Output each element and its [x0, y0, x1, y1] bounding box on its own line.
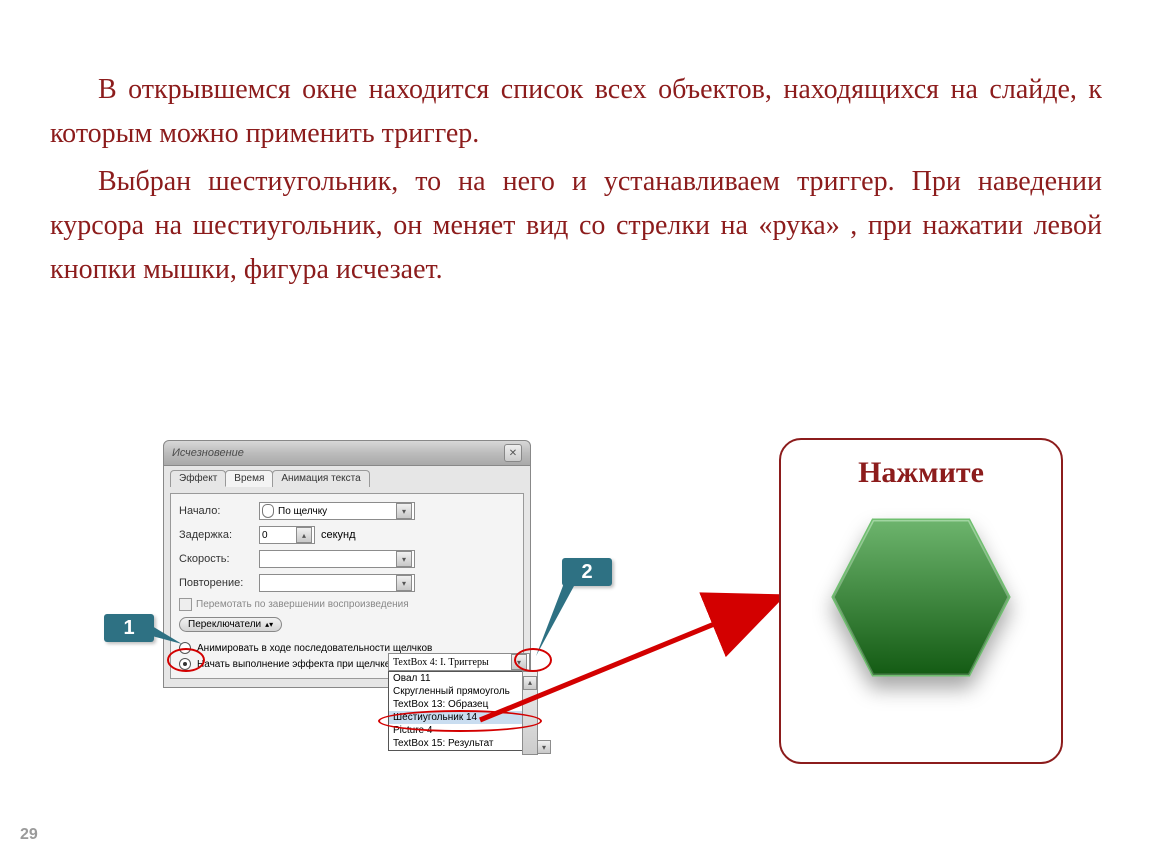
spin-delay[interactable]: 0 ▴ [259, 526, 315, 544]
callout-2: 2 [562, 558, 612, 586]
tab-effect[interactable]: Эффект [170, 470, 226, 487]
label-speed: Скорость: [179, 553, 259, 565]
hexagon-shape[interactable] [826, 510, 1016, 685]
dialog-tabs: Эффект Время Анимация текста [170, 470, 524, 487]
double-caret-icon: ▴▾ [265, 620, 273, 629]
combo-speed[interactable]: ▾ [259, 550, 415, 568]
combo-trigger-value: TextBox 4: I. Триггеры [393, 657, 489, 668]
switchers-label: Переключатели [188, 619, 261, 630]
checkbox-rewind-row[interactable]: Перемотать по завершении воспроизведения [179, 598, 515, 611]
label-start: Начало: [179, 505, 259, 517]
combo-repeat[interactable]: ▾ [259, 574, 415, 592]
label-seconds: секунд [321, 529, 356, 541]
callout-1-label: 1 [123, 617, 134, 639]
spin-delay-value: 0 [262, 530, 268, 541]
red-highlight-radio [167, 648, 205, 672]
dialog-inner: Начало: По щелчку ▾ Задержка: 0 ▴ секунд [170, 493, 524, 679]
label-rewind: Перемотать по завершении воспроизведения [196, 599, 409, 610]
paragraph-1: В открывшемся окне находится список всех… [50, 68, 1102, 156]
trigger-target-title: Нажмите [781, 456, 1061, 490]
radio-label-sequence: Анимировать в ходе последовательности ще… [197, 643, 432, 654]
dropdown-item-textbox15[interactable]: TextBox 15: Результат [389, 737, 523, 750]
dropdown-item-oval[interactable]: Овал 11 [389, 672, 523, 685]
scroll-down-icon[interactable]: ▾ [537, 740, 551, 754]
combo-start-value: По щелчку [278, 506, 327, 517]
switchers-button[interactable]: Переключатели ▴▾ [179, 617, 282, 632]
close-icon[interactable]: ✕ [504, 444, 522, 462]
dropdown-scrollbar[interactable]: ▴ ▾ [522, 671, 538, 755]
spinner-icon[interactable]: ▴ [296, 527, 312, 543]
effect-dialog: Исчезновение ✕ Эффект Время Анимация тек… [163, 440, 531, 688]
label-repeat: Повторение: [179, 577, 259, 589]
callout-2-label: 2 [581, 561, 592, 583]
trigger-target-panel: Нажмите [779, 438, 1063, 764]
chevron-down-icon[interactable]: ▾ [396, 575, 412, 591]
red-highlight-hexagon-item [378, 710, 542, 732]
dialog-titlebar[interactable]: Исчезновение ✕ [163, 440, 531, 466]
red-highlight-dropdown-arrow [514, 648, 552, 672]
body-text: В открывшемся окне находится список всех… [50, 68, 1102, 296]
callout-1: 1 [104, 614, 154, 642]
paragraph-2: Выбран шестиугольник, то на него и устан… [50, 160, 1102, 292]
tab-anim-text[interactable]: Анимация текста [272, 470, 369, 487]
mouse-icon [262, 504, 274, 518]
tab-time[interactable]: Время [225, 470, 273, 487]
label-delay: Задержка: [179, 529, 259, 541]
combo-start[interactable]: По щелчку ▾ [259, 502, 415, 520]
page-number: 29 [20, 826, 38, 844]
chevron-down-icon[interactable]: ▾ [396, 503, 412, 519]
dropdown-item-roundrect[interactable]: Скругленный прямоуголь [389, 685, 523, 698]
radio-label-trigger: Начать выполнение эффекта при щелчке [197, 659, 390, 670]
checkbox-icon[interactable] [179, 598, 192, 611]
combo-trigger[interactable]: TextBox 4: I. Триггеры ▾ [388, 653, 530, 671]
chevron-down-icon[interactable]: ▾ [396, 551, 412, 567]
scroll-up-icon[interactable]: ▴ [523, 676, 537, 690]
dialog-title: Исчезновение [172, 447, 244, 459]
